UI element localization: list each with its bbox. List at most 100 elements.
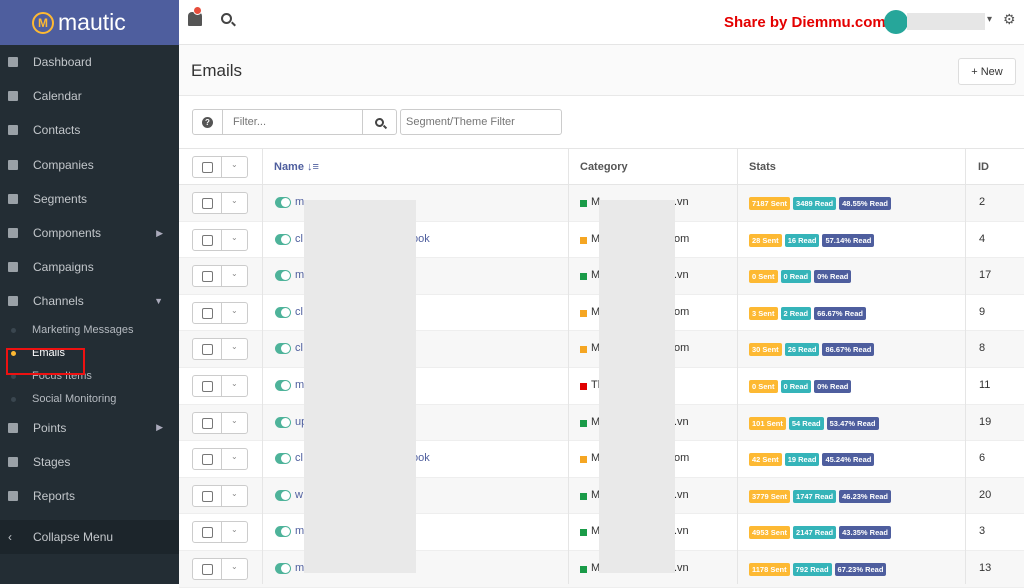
read-rate-badge: 53.47% Read [826, 416, 879, 430]
select-all-checkbox[interactable] [202, 162, 213, 173]
components-icon [8, 228, 18, 239]
publish-toggle[interactable] [275, 306, 291, 318]
read-rate-badge: 46.23% Read [839, 489, 892, 503]
chevron-down-icon[interactable]: ⌄ [231, 416, 238, 425]
row-checkbox[interactable] [202, 271, 213, 283]
publish-toggle[interactable] [275, 526, 291, 538]
submenu-item-social-monitoring[interactable]: Social Monitoring [0, 388, 179, 411]
column-header-category[interactable]: Category [580, 161, 628, 173]
publish-toggle[interactable] [275, 343, 291, 355]
row-checkbox[interactable] [202, 344, 213, 356]
publish-toggle[interactable] [275, 416, 291, 428]
avatar[interactable] [884, 10, 908, 34]
segment-theme-filter[interactable] [400, 109, 562, 135]
collapse-menu-button[interactable]: ‹ Collapse Menu [0, 520, 179, 554]
row-checkbox-group[interactable]: ⌄ [192, 484, 248, 507]
help-icon: ? [202, 116, 213, 128]
row-checkbox-group[interactable]: ⌄ [192, 448, 248, 471]
chevron-down-icon[interactable]: ⌄ [231, 196, 238, 205]
row-checkbox[interactable] [202, 563, 213, 575]
publish-toggle[interactable] [275, 270, 291, 282]
row-checkbox-group[interactable]: ⌄ [192, 338, 248, 361]
column-header-id[interactable]: ID [978, 161, 989, 173]
row-checkbox[interactable] [202, 234, 213, 246]
category-color-swatch [580, 565, 587, 573]
email-name-link[interactable]: m [295, 269, 304, 281]
email-name-link[interactable]: cl [295, 233, 303, 245]
stats-badges: 30 Sent 26 Read 86.67% Read [749, 343, 875, 357]
row-checkbox[interactable] [202, 454, 213, 466]
filter-input[interactable] [222, 109, 363, 135]
chevron-down-icon[interactable]: ⌄ [231, 452, 238, 461]
chevron-down-icon[interactable]: ⌄ [231, 562, 238, 571]
row-checkbox[interactable] [202, 417, 213, 429]
email-name-link[interactable]: cl [295, 452, 303, 464]
row-checkbox-group[interactable]: ⌄ [192, 411, 248, 434]
chevron-down-icon[interactable]: ⌄ [231, 160, 238, 169]
select-all-checkbox-group[interactable]: ⌄ [192, 156, 248, 178]
sidebar-item-stages[interactable]: Stages [0, 445, 179, 479]
row-checkbox-group[interactable]: ⌄ [192, 265, 248, 288]
sidebar-item-contacts[interactable]: Contacts [0, 113, 179, 147]
chevron-down-icon[interactable]: ⌄ [231, 306, 238, 315]
sidebar-item-calendar[interactable]: Calendar [0, 79, 179, 113]
sidebar-item-channels[interactable]: Channels ▼ [0, 284, 179, 318]
sidebar-item-companies[interactable]: Companies [0, 148, 179, 182]
publish-toggle[interactable] [275, 453, 291, 465]
gear-icon[interactable]: ⚙ [1003, 11, 1016, 28]
sidebar-item-components[interactable]: Components ▶ [0, 216, 179, 250]
search-icon[interactable] [221, 13, 232, 24]
column-header-name[interactable]: Name ↓≡ [274, 161, 319, 173]
email-name-link[interactable]: m [295, 379, 304, 391]
publish-toggle[interactable] [275, 562, 291, 574]
sidebar: M mautic Dashboard Calendar Contacts Compan… [0, 0, 179, 584]
row-checkbox[interactable] [202, 490, 213, 502]
chevron-down-icon[interactable]: ⌄ [231, 525, 238, 534]
submenu-item-emails[interactable]: Emails [0, 342, 179, 365]
publish-toggle[interactable] [275, 379, 291, 391]
chevron-down-icon[interactable]: ⌄ [231, 379, 238, 388]
chevron-down-icon[interactable]: ⌄ [231, 233, 238, 242]
username-redacted[interactable] [907, 13, 985, 30]
chevron-down-icon[interactable]: ⌄ [231, 342, 238, 351]
sidebar-item-label: Calendar [33, 89, 82, 104]
email-name-link[interactable]: m [295, 525, 304, 537]
chevron-down-icon[interactable]: ⌄ [231, 489, 238, 498]
sidebar-item-segments[interactable]: Segments [0, 182, 179, 216]
filter-search-button[interactable] [362, 109, 397, 135]
email-name-link[interactable]: m [295, 196, 304, 208]
row-checkbox[interactable] [202, 380, 213, 392]
new-email-button[interactable]: + New [958, 58, 1016, 85]
row-checkbox-group[interactable]: ⌄ [192, 192, 248, 214]
brand-logo[interactable]: M mautic [0, 0, 179, 45]
email-id: 8 [979, 342, 986, 355]
category-name-suffix: om [674, 232, 690, 245]
chevron-down-icon[interactable]: ▾ [987, 14, 992, 25]
row-checkbox-group[interactable]: ⌄ [192, 228, 248, 251]
sidebar-item-points[interactable]: Points ▶ [0, 411, 179, 445]
sidebar-item-dashboard[interactable]: Dashboard [0, 45, 179, 79]
submenu-item-focus-items[interactable]: Focus Items [0, 365, 179, 388]
sidebar-item-label: Reports [33, 488, 76, 503]
sidebar-item-reports[interactable]: Reports [0, 479, 179, 513]
row-checkbox-group[interactable]: ⌄ [192, 374, 248, 397]
publish-toggle[interactable] [275, 233, 291, 245]
row-checkbox[interactable] [202, 527, 213, 539]
email-name-link[interactable]: m [295, 562, 304, 574]
read-badge: 792 Read [792, 562, 832, 576]
publish-toggle[interactable] [275, 197, 291, 208]
row-checkbox[interactable] [202, 198, 213, 209]
filter-help-button[interactable]: ? [192, 109, 223, 135]
row-checkbox-group[interactable]: ⌄ [192, 557, 248, 580]
sidebar-item-campaigns[interactable]: Campaigns [0, 250, 179, 284]
sent-badge: 1178 Sent [749, 562, 790, 576]
email-name-link[interactable]: cl [295, 306, 303, 318]
row-checkbox-group[interactable]: ⌄ [192, 521, 248, 544]
row-checkbox-group[interactable]: ⌄ [192, 301, 248, 324]
row-checkbox[interactable] [202, 307, 213, 319]
submenu-item-marketing-messages[interactable]: Marketing Messages [0, 319, 179, 342]
email-name-link[interactable]: cl [295, 342, 303, 354]
email-name-link[interactable]: w [295, 489, 303, 501]
chevron-down-icon[interactable]: ⌄ [231, 269, 238, 278]
publish-toggle[interactable] [275, 489, 291, 501]
